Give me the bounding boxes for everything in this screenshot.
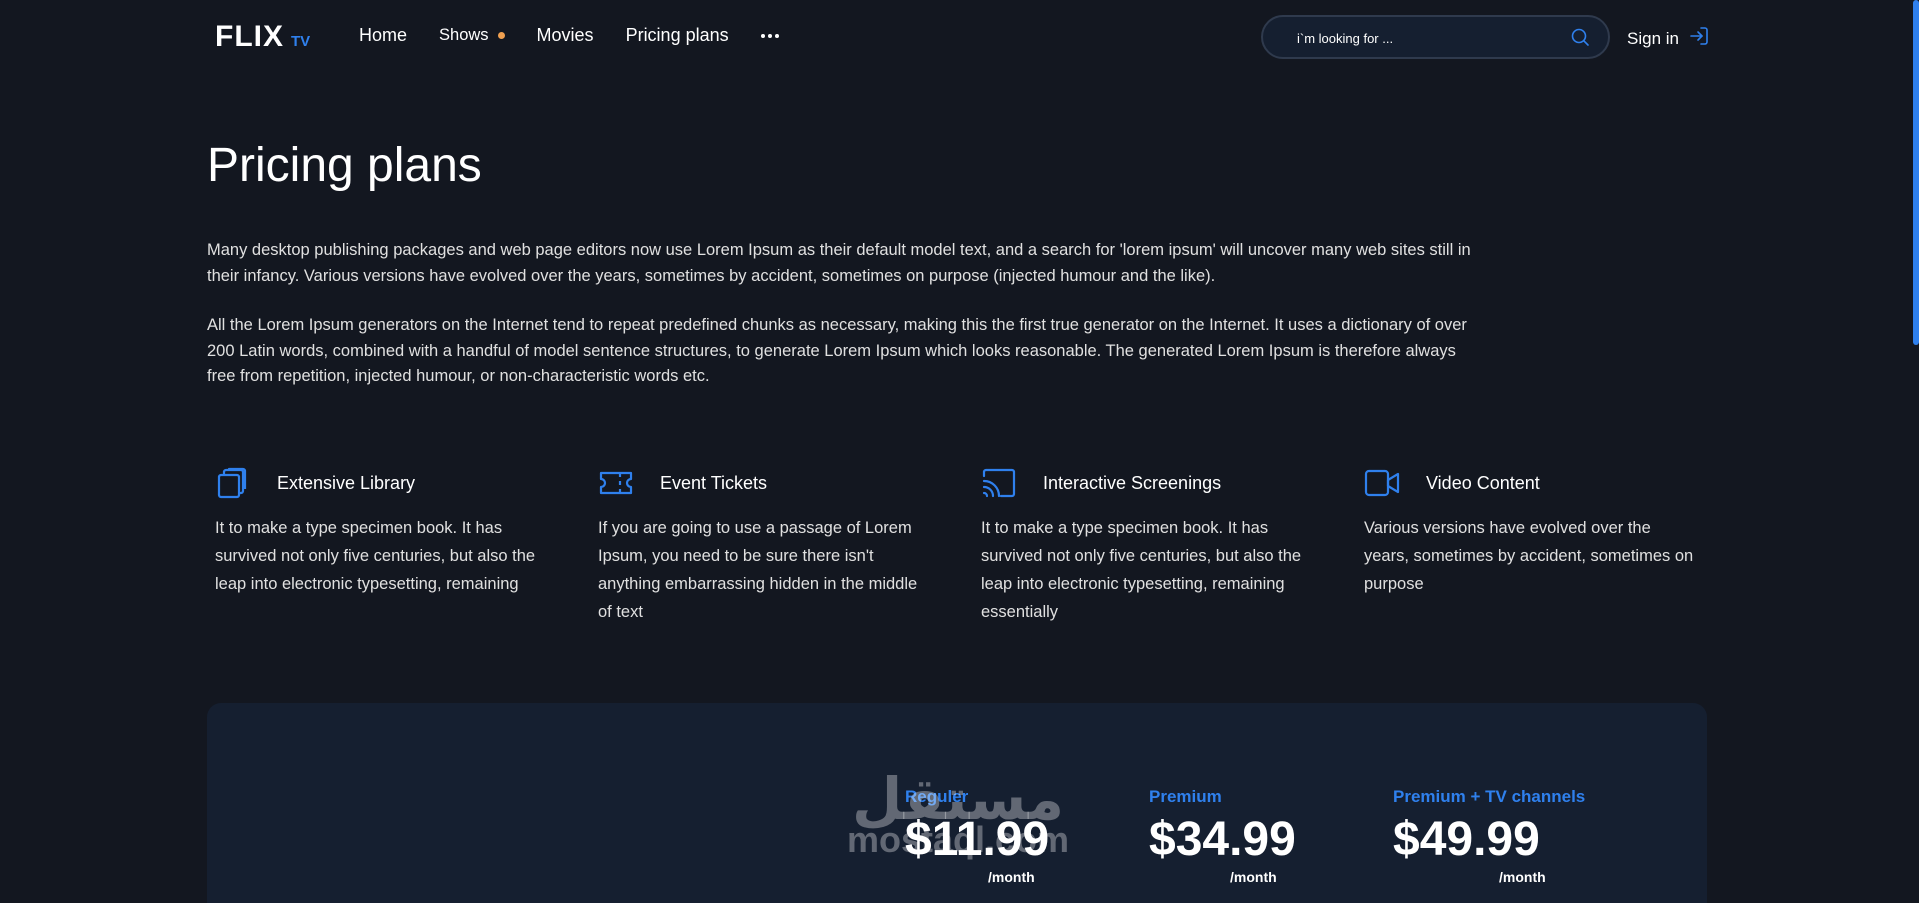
- dropdown-dot-icon: [497, 32, 505, 39]
- nav-movies-label: Movies: [536, 25, 594, 45]
- main-nav: Home Shows Movies Pricing plans: [359, 25, 811, 46]
- search-input[interactable]: [1297, 28, 1567, 48]
- cast-icon: [981, 465, 1017, 501]
- plan-name: Premium + TV channels: [1393, 787, 1586, 806]
- intro-paragraph: Many desktop publishing packages and web…: [207, 241, 1471, 285]
- logo-subtext: TV: [291, 33, 311, 50]
- plan-name: Reguler: [905, 787, 969, 806]
- nav-shows[interactable]: Shows: [439, 26, 505, 45]
- logo-text: FLIX: [215, 20, 284, 53]
- nav-shows-label: Shows: [439, 26, 489, 44]
- sign-in-button[interactable]: Sign in: [1627, 26, 1709, 51]
- video-camera-icon: [1364, 465, 1400, 501]
- library-icon: [215, 465, 251, 501]
- plan-period: /month: [988, 869, 1035, 885]
- feature-text: If you are going to use a passage of Lor…: [598, 519, 918, 621]
- plan-name: Premium: [1149, 787, 1222, 806]
- plan-regular: Reguler $11.99: [905, 787, 1125, 865]
- plan-price: $34.99: [1149, 813, 1296, 866]
- search-icon[interactable]: [1570, 27, 1590, 52]
- plan-period: /month: [1230, 869, 1277, 885]
- nav-movies[interactable]: Movies: [537, 25, 594, 46]
- plan-price: $49.99: [1393, 813, 1540, 866]
- feature-text: It to make a type specimen book. It has …: [215, 519, 536, 593]
- sign-in-icon: [1689, 26, 1709, 51]
- pricing-table: Reguler $11.99 /month Premium $34.99 /mo…: [207, 703, 1707, 903]
- nav-home[interactable]: Home: [359, 25, 407, 46]
- nav-pricing-label: Pricing plans: [625, 25, 729, 45]
- header: FLIX TV Home Shows Movies Pricing plans: [0, 0, 1919, 74]
- plan-price: $11.99: [905, 813, 1050, 866]
- search-box: [1261, 15, 1610, 59]
- more-icon[interactable]: [760, 26, 779, 46]
- feature-event-tickets: Event Tickets If you are going to use a …: [598, 464, 928, 626]
- feature-text: It to make a type specimen book. It has …: [981, 519, 1302, 621]
- page: FLIX TV Home Shows Movies Pricing plans: [0, 0, 1919, 903]
- plan-period: /month: [1499, 869, 1546, 885]
- nav-pricing[interactable]: Pricing plans: [626, 25, 729, 46]
- feature-interactive-screenings: Interactive Screenings It to make a type…: [981, 464, 1311, 626]
- feature-video-content: Video Content Various versions have evol…: [1364, 464, 1694, 598]
- feature-extensive-library: Extensive Library It to make a type spec…: [215, 464, 545, 598]
- feature-title: Extensive Library: [277, 472, 416, 493]
- page-title: Pricing plans: [207, 139, 482, 192]
- feature-title: Interactive Screenings: [1043, 472, 1222, 493]
- logo[interactable]: FLIX TV: [215, 20, 310, 54]
- plan-premium: Premium $34.99: [1149, 787, 1369, 865]
- ticket-icon: [598, 465, 634, 501]
- scrollbar[interactable]: [1913, 0, 1919, 345]
- intro-paragraph: All the Lorem Ipsum generators on the In…: [207, 316, 1467, 385]
- feature-title: Event Tickets: [660, 472, 768, 493]
- feature-title: Video Content: [1426, 472, 1540, 493]
- feature-text: Various versions have evolved over the y…: [1364, 519, 1694, 593]
- nav-home-label: Home: [359, 25, 408, 45]
- sign-in-label: Sign in: [1627, 28, 1679, 48]
- plan-premium-tv: Premium + TV channels $49.99: [1393, 787, 1693, 865]
